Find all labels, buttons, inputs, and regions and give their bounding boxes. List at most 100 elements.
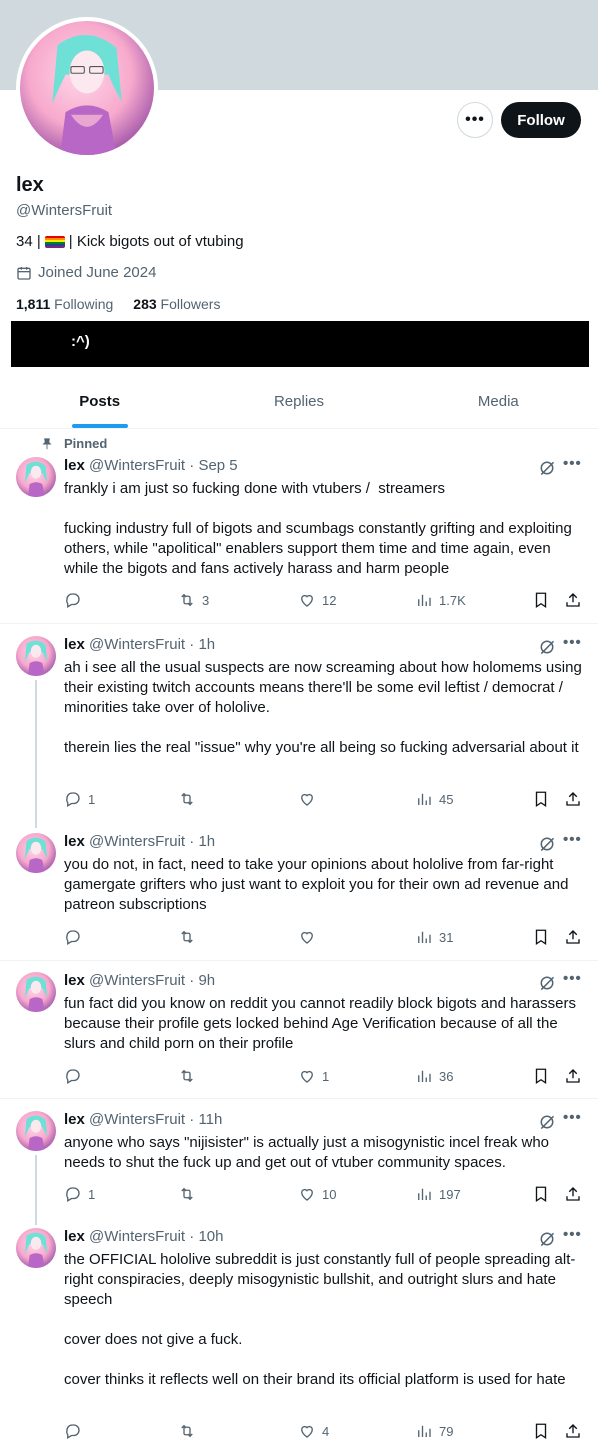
post-avatar[interactable] <box>16 1228 56 1268</box>
more-icon[interactable]: ••• <box>563 1226 582 1243</box>
post-author-handle[interactable]: @WintersFruit <box>89 1111 185 1128</box>
post-text: anyone who says "nijisister" is actually… <box>64 1134 554 1171</box>
post-text: ah i see all the usual suspects are now … <box>64 659 582 756</box>
more-icon[interactable]: ••• <box>563 970 582 987</box>
like-button[interactable]: 1 <box>298 1067 329 1085</box>
grok-icon[interactable] <box>538 835 556 853</box>
post-text: fun fact did you know on reddit you cann… <box>64 995 581 1052</box>
post-time[interactable]: · 1h <box>189 636 215 653</box>
views-button[interactable]: 1.7K <box>415 591 466 609</box>
bookmark-icon <box>535 1423 547 1440</box>
grok-icon[interactable] <box>538 638 556 656</box>
follow-button[interactable]: Follow <box>501 102 581 138</box>
more-icon[interactable]: ••• <box>563 634 582 651</box>
post-avatar[interactable] <box>16 457 56 497</box>
share-button[interactable] <box>564 1067 582 1085</box>
views-count: 36 <box>439 1068 454 1084</box>
like-button[interactable]: 4 <box>298 1422 329 1440</box>
reply-icon <box>66 792 80 807</box>
post-avatar[interactable] <box>16 1111 56 1151</box>
like-button[interactable] <box>298 790 322 808</box>
rainbow-flag-icon <box>44 235 65 248</box>
repost-button[interactable] <box>178 1067 202 1085</box>
post-avatar[interactable] <box>16 636 56 676</box>
like-button[interactable] <box>298 928 322 946</box>
share-icon <box>566 1187 580 1201</box>
post-author-name[interactable]: lex <box>64 1228 85 1245</box>
post-avatar[interactable] <box>16 833 56 873</box>
repost-button[interactable]: 3 <box>178 591 209 609</box>
post-author-handle[interactable]: @WintersFruit <box>89 636 185 653</box>
post-author-name[interactable]: lex <box>64 636 85 653</box>
share-icon <box>566 1424 580 1438</box>
reply-button[interactable]: 1 <box>64 790 95 808</box>
share-button[interactable] <box>564 1185 582 1203</box>
more-icon[interactable]: ••• <box>563 831 582 848</box>
reply-count: 1 <box>88 791 96 807</box>
reply-button[interactable] <box>64 591 88 609</box>
bookmark-button[interactable] <box>532 790 550 808</box>
views-icon <box>418 1188 431 1200</box>
views-button[interactable]: 45 <box>415 790 453 808</box>
tab-posts[interactable]: Posts <box>0 380 199 428</box>
more-icon[interactable]: ••• <box>563 1109 582 1126</box>
pinned-label: Pinned <box>64 436 108 451</box>
share-button[interactable] <box>564 1422 582 1440</box>
repost-button[interactable] <box>178 1185 202 1203</box>
grok-icon[interactable] <box>538 974 556 992</box>
views-button[interactable]: 36 <box>415 1067 453 1085</box>
share-button[interactable] <box>564 928 582 946</box>
like-button[interactable]: 12 <box>298 591 336 609</box>
tab-media[interactable]: Media <box>399 380 598 428</box>
followers-link[interactable]: 283 Followers <box>133 296 220 312</box>
views-button[interactable]: 79 <box>415 1422 453 1440</box>
bookmark-button[interactable] <box>532 928 550 946</box>
post-time[interactable]: · Sep 5 <box>189 457 237 474</box>
tab-replies[interactable]: Replies <box>199 380 398 428</box>
post-time[interactable]: · 10h <box>189 1228 223 1245</box>
post-author-handle[interactable]: @WintersFruit <box>89 833 185 850</box>
reply-button[interactable] <box>64 1422 88 1440</box>
bookmark-button[interactable] <box>532 1185 550 1203</box>
profile-avatar[interactable] <box>16 17 158 159</box>
like-button[interactable]: 10 <box>298 1185 336 1203</box>
repost-button[interactable] <box>178 1422 202 1440</box>
reply-button[interactable]: 1 <box>64 1185 95 1203</box>
post-author-name[interactable]: lex <box>64 1111 85 1128</box>
views-button[interactable]: 31 <box>415 928 453 946</box>
grok-icon[interactable] <box>538 1113 556 1131</box>
bookmark-button[interactable] <box>532 1067 550 1085</box>
followers-label: Followers <box>160 296 221 312</box>
repost-button[interactable] <box>178 928 202 946</box>
views-button[interactable]: 197 <box>415 1185 461 1203</box>
post-author-handle[interactable]: @WintersFruit <box>89 1228 185 1245</box>
post-actions: 1 10 197 <box>64 1185 584 1205</box>
bio-suffix: | Kick bigots out of vtubing <box>68 233 244 250</box>
repost-button[interactable] <box>178 790 202 808</box>
post-author-handle[interactable]: @WintersFruit <box>89 457 185 474</box>
post-author-handle[interactable]: @WintersFruit <box>89 972 185 989</box>
post-author-name[interactable]: lex <box>64 457 85 474</box>
more-icon[interactable]: ••• <box>563 455 582 472</box>
like-count: 12 <box>322 592 337 608</box>
share-icon <box>566 930 580 944</box>
post-author-name[interactable]: lex <box>64 833 85 850</box>
post-meta: lex @WintersFruit · 10h <box>64 1228 223 1245</box>
share-button[interactable] <box>564 790 582 808</box>
grok-icon[interactable] <box>538 459 556 477</box>
reply-button[interactable] <box>64 1067 88 1085</box>
bookmark-button[interactable] <box>532 1422 550 1440</box>
post-time[interactable]: · 11h <box>189 1111 222 1128</box>
post-time[interactable]: · 1h <box>189 833 215 850</box>
bio-prefix: 34 | <box>16 233 41 250</box>
bookmark-button[interactable] <box>532 591 550 609</box>
reply-button[interactable] <box>64 928 88 946</box>
following-link[interactable]: 1,811 Following <box>16 296 113 312</box>
share-button[interactable] <box>564 591 582 609</box>
grok-icon[interactable] <box>538 1230 556 1248</box>
post-avatar[interactable] <box>16 972 56 1012</box>
post-author-name[interactable]: lex <box>64 972 85 989</box>
profile-tabs: Posts Replies Media <box>0 380 598 429</box>
post-time[interactable]: · 9h <box>189 972 215 989</box>
more-options-button[interactable]: ••• <box>457 102 493 138</box>
